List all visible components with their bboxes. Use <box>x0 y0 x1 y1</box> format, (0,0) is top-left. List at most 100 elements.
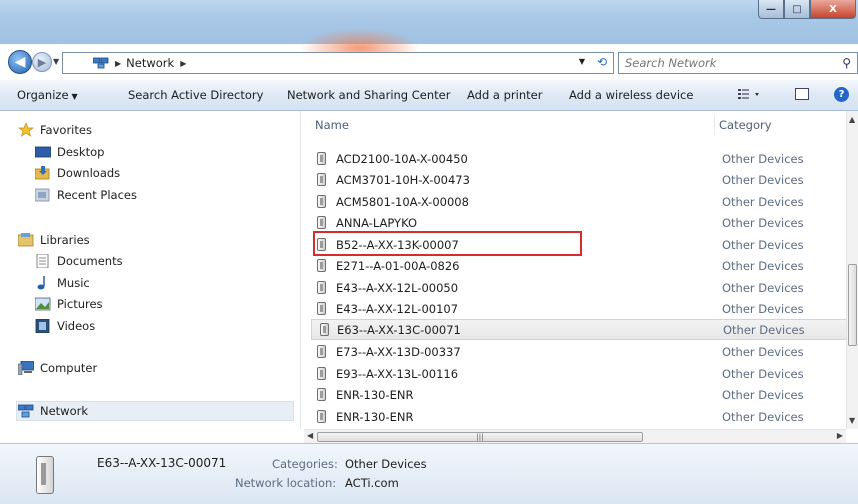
minimize-button[interactable]: — <box>758 0 784 19</box>
list-item[interactable]: ENR-130-ENR Other Devices <box>309 384 849 405</box>
details-pane: E63--A-XX-13C-00071 Categories: Other De… <box>0 443 858 504</box>
network-location-label: Network location: <box>235 476 337 490</box>
item-category: Other Devices <box>723 322 805 337</box>
scroll-right-icon[interactable]: ▶ <box>837 431 843 440</box>
command-bar: Organize ▼ Search Active Directory Networ… <box>0 80 858 111</box>
preview-pane-icon[interactable] <box>795 88 809 100</box>
list-item[interactable]: E93--A-XX-13L-00116 Other Devices <box>309 363 849 384</box>
star-icon <box>17 122 35 137</box>
maximize-button[interactable]: □ <box>784 0 810 19</box>
file-list: Name Category ACD2100-10A-X-00450 Other D… <box>304 111 858 429</box>
nav-pictures-label: Pictures <box>57 297 103 311</box>
device-icon <box>317 152 326 165</box>
nav-videos-label: Videos <box>57 319 96 333</box>
nav-downloads[interactable]: Downloads <box>34 163 121 183</box>
list-item[interactable]: ACM5801-10A-X-00008 Other Devices <box>309 191 849 212</box>
column-divider[interactable] <box>714 115 715 135</box>
item-name: E73--A-XX-13D-00337 <box>336 344 461 359</box>
item-name: ACD2100-10A-X-00450 <box>336 151 468 166</box>
column-header-category[interactable]: Category <box>719 118 772 132</box>
categories-value: Other Devices <box>345 457 427 471</box>
nav-computer[interactable]: Computer <box>17 358 97 378</box>
chevron-down-icon: ▼ <box>71 92 78 101</box>
search-input[interactable] <box>625 56 825 70</box>
horizontal-scrollbar[interactable]: ◀ ||| ▶ <box>304 429 846 443</box>
list-item[interactable]: E43--A-XX-12L-00107 Other Devices <box>309 298 849 319</box>
nav-documents[interactable]: Documents <box>35 251 123 271</box>
scroll-up-icon[interactable]: ▲ <box>849 115 855 124</box>
list-item[interactable]: E43--A-XX-12L-00050 Other Devices <box>309 277 849 298</box>
nav-libraries-label: Libraries <box>40 233 90 247</box>
device-icon <box>317 195 326 208</box>
nav-downloads-label: Downloads <box>57 166 121 180</box>
device-icon <box>317 345 326 358</box>
add-printer-button[interactable]: Add a printer <box>467 88 542 102</box>
recent-pages-dropdown[interactable]: ▼ <box>53 57 59 66</box>
search-box[interactable]: ⚲ <box>618 52 858 74</box>
help-icon[interactable]: ? <box>834 87 849 102</box>
column-header-name[interactable]: Name <box>315 118 349 132</box>
documents-icon <box>35 253 51 269</box>
window-title-bar: — □ X <box>0 0 858 68</box>
list-item[interactable]: ACM3701-10H-X-00473 Other Devices <box>309 169 849 190</box>
libraries-icon <box>17 233 34 247</box>
item-category: Other Devices <box>722 366 804 381</box>
scroll-left-icon[interactable]: ◀ <box>307 431 313 440</box>
nav-recent-places-label: Recent Places <box>57 188 137 202</box>
item-category: Other Devices <box>722 215 804 230</box>
organize-label: Organize <box>17 88 69 102</box>
refresh-icon[interactable]: ⟲ <box>597 55 607 69</box>
list-item[interactable]: ACD2100-10A-X-00450 Other Devices <box>309 148 849 169</box>
nav-libraries[interactable]: Libraries <box>17 230 90 250</box>
back-button[interactable]: ◀ <box>8 50 32 74</box>
list-item[interactable]: ANNA-LAPYKO Other Devices <box>309 212 849 233</box>
nav-favorites-label: Favorites <box>40 123 92 137</box>
search-icon[interactable]: ⚲ <box>842 56 851 70</box>
breadcrumb-network[interactable]: Network <box>126 56 174 70</box>
item-name: E93--A-XX-13L-00116 <box>336 366 459 381</box>
add-wireless-device-button[interactable]: Add a wireless device <box>569 88 693 102</box>
nav-desktop-label: Desktop <box>57 145 105 159</box>
change-view-icon[interactable] <box>738 88 759 100</box>
close-button[interactable]: X <box>810 0 856 19</box>
downloads-icon <box>34 166 51 180</box>
list-item[interactable]: ENR-130-ENR Other Devices <box>309 406 849 427</box>
device-icon <box>317 281 326 294</box>
music-icon <box>35 276 51 290</box>
chevron-right-icon[interactable]: ▶ <box>180 59 186 68</box>
list-item-hovered[interactable]: E63--A-XX-13C-00071 Other Devices <box>311 319 849 340</box>
scrollbar-thumb[interactable] <box>848 264 857 346</box>
highlight-annotation <box>313 231 582 256</box>
item-category: Other Devices <box>722 301 804 316</box>
nav-desktop[interactable]: Desktop <box>34 142 105 162</box>
nav-pictures[interactable]: Pictures <box>34 294 103 314</box>
address-bar[interactable]: ▶ Network ▶ ▼ ⟲ <box>62 52 614 74</box>
organize-button[interactable]: Organize ▼ <box>17 88 78 102</box>
nav-videos[interactable]: Videos <box>35 316 95 336</box>
scrollbar-thumb[interactable]: ||| <box>317 432 643 442</box>
network-sharing-center-button[interactable]: Network and Sharing Center <box>287 88 450 102</box>
network-icon <box>17 404 34 418</box>
chevron-right-icon[interactable]: ▶ <box>115 59 121 68</box>
pictures-icon <box>34 297 51 311</box>
search-active-directory-button[interactable]: Search Active Directory <box>128 88 263 102</box>
item-category: Other Devices <box>722 237 804 252</box>
nav-favorites[interactable]: Favorites <box>17 120 92 140</box>
vertical-scrollbar[interactable]: ▲ ▼ <box>846 111 858 429</box>
nav-recent-places[interactable]: Recent Places <box>34 185 137 205</box>
scroll-down-icon[interactable]: ▼ <box>849 416 855 425</box>
nav-music[interactable]: Music <box>35 273 90 293</box>
list-item[interactable]: E271--A-01-00A-0826 Other Devices <box>309 255 849 276</box>
list-item[interactable]: E73--A-XX-13D-00337 Other Devices <box>309 341 849 362</box>
device-icon <box>317 302 326 315</box>
forward-button[interactable]: ▶ <box>32 52 52 72</box>
window-controls: — □ X <box>758 0 856 19</box>
categories-label: Categories: <box>272 457 338 471</box>
item-category: Other Devices <box>722 172 804 187</box>
device-icon <box>317 259 326 272</box>
nav-network[interactable]: Network <box>16 401 294 421</box>
address-dropdown-icon[interactable]: ▼ <box>579 57 585 66</box>
item-name: ACM3701-10H-X-00473 <box>336 172 470 187</box>
network-icon <box>92 57 109 69</box>
device-icon <box>36 456 54 494</box>
